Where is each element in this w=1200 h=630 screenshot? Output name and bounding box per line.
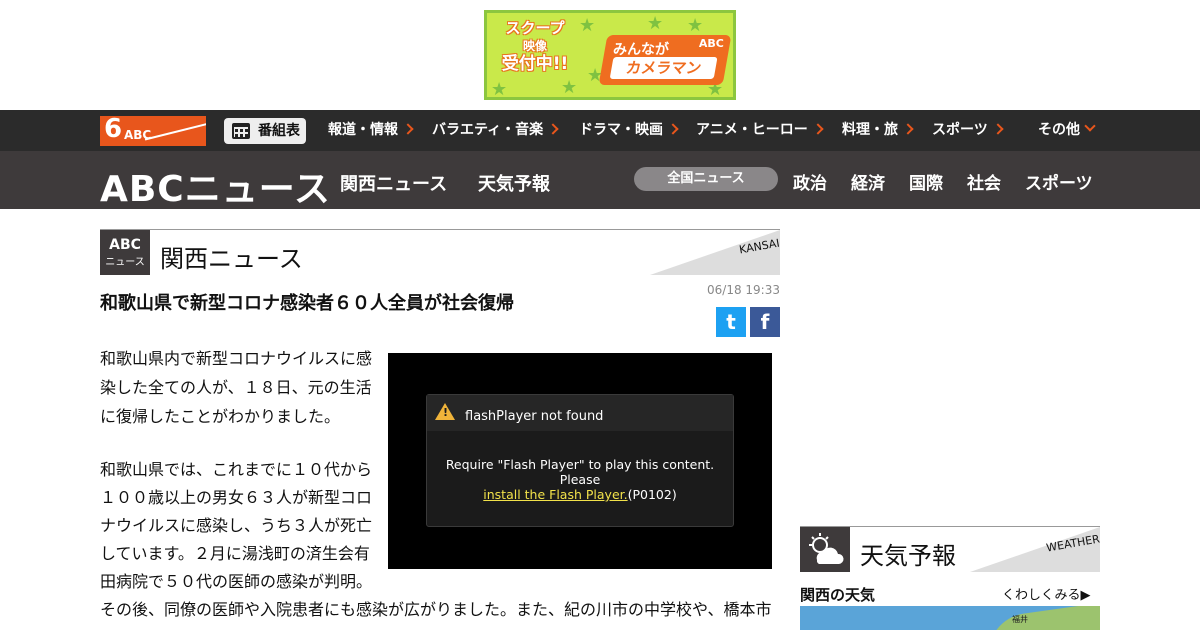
nav-anime-hero[interactable]: アニメ・ヒーロー (696, 110, 824, 151)
star-icon: ★ (561, 77, 578, 98)
chevron-right-icon (902, 123, 914, 135)
tab-society[interactable]: 社会 (967, 169, 1001, 194)
article-headline: 和歌山県で新型コロナ感染者６０人全員が社会復帰 (100, 293, 514, 314)
article-paragraph: その後、同僚の医師や入院患者にも感染が広がりました。また、紀の川市の中学校や、橋… (100, 600, 772, 619)
tv-schedule-button[interactable]: 番組表 (224, 118, 306, 144)
star-icon: ★ (647, 13, 664, 34)
video-player[interactable]: ! flashPlayer not found Require "Flash P… (388, 353, 772, 569)
star-icon: ★ (579, 15, 596, 36)
section-header-kansai: ABC ニュース 関西ニュース KANSAI (100, 229, 780, 275)
warning-icon: ! (435, 403, 455, 420)
star-icon: ★ (687, 15, 704, 36)
tab-national-news[interactable]: 全国ニュース (634, 167, 778, 191)
nav-others[interactable]: その他 (1038, 110, 1096, 151)
chevron-right-icon (402, 123, 414, 135)
calendar-icon (232, 123, 250, 139)
flash-error-title: flashPlayer not found (465, 409, 604, 424)
abc-6ch-logo[interactable]: 6 ABC (100, 116, 206, 146)
nav-kansai-news[interactable]: 関西ニュース (340, 170, 447, 196)
weather-badge (800, 527, 850, 572)
chevron-right-icon (667, 123, 679, 135)
news-header: ABCニュース 関西ニュース 天気予報 全国ニュース 政治 経済 国際 社会 ス… (0, 151, 1200, 212)
abc-news-badge: ABC ニュース (100, 230, 150, 275)
chevron-right-icon (812, 123, 824, 135)
tab-politics[interactable]: 政治 (793, 169, 827, 194)
article-datetime: 06/18 19:33 (707, 283, 780, 297)
partly-cloudy-icon (809, 533, 844, 564)
kansai-weather-title: 関西の天気 (800, 586, 876, 604)
top-navigation: 6 ABC 番組表 報道・情報 バラエティ・音楽 ドラマ・映画 アニメ・ヒーロー… (0, 110, 1200, 151)
chevron-down-icon (1084, 120, 1096, 132)
chevron-right-icon (992, 123, 1004, 135)
ad-scoop-text: スクープ 映像 受付中!! (501, 19, 569, 74)
article-paragraph: 和歌山県では、これまでに１０代から１００歳以上の男女６３人が新型コロナウイルスに… (100, 460, 373, 591)
install-flash-link[interactable]: install the Flash Player. (483, 487, 627, 502)
nav-sports[interactable]: スポーツ (932, 110, 1004, 151)
flash-error-dialog: ! flashPlayer not found Require "Flash P… (426, 394, 734, 527)
nav-cooking-travel[interactable]: 料理・旅 (842, 110, 914, 151)
weather-more-link[interactable]: くわしくみる▶ (1002, 584, 1091, 603)
abc-news-logo[interactable]: ABCニュース (100, 160, 331, 212)
tab-sports[interactable]: スポーツ (1025, 169, 1093, 194)
weather-map[interactable]: 福井 (800, 606, 1100, 630)
nav-variety-music[interactable]: バラエティ・音楽 (432, 110, 559, 151)
tab-economy[interactable]: 経済 (851, 169, 885, 194)
nav-news-info[interactable]: 報道・情報 (328, 110, 414, 151)
section-header-weather: 天気予報 WEATHER (800, 526, 1100, 572)
star-icon: ★ (491, 79, 508, 100)
tab-international[interactable]: 国際 (909, 169, 943, 194)
twitter-icon: t (726, 310, 736, 334)
ad-banner[interactable]: ★ ★ ★ ★ ★ ★ ★ スクープ 映像 受付中!! みんなが ABC カメラ… (484, 10, 736, 100)
section-title: 天気予報 (860, 542, 956, 570)
twitter-share-button[interactable]: t (716, 307, 746, 337)
ad-camera-plate: みんなが ABC カメラマン (598, 35, 732, 85)
flash-error-message: Require "Flash Player" to play this cont… (445, 457, 715, 502)
nav-drama-movie[interactable]: ドラマ・映画 (579, 110, 679, 151)
section-title: 関西ニュース (160, 245, 303, 273)
nav-weather[interactable]: 天気予報 (478, 170, 550, 196)
facebook-share-button[interactable]: f (750, 307, 780, 337)
map-city-label: 福井 (1012, 615, 1028, 624)
article-paragraph: 和歌山県内で新型コロナウイルスに感染した全ての人が、１８日、元の生活に復帰したこ… (100, 349, 373, 426)
chevron-right-icon (547, 123, 559, 135)
facebook-icon: f (760, 310, 770, 334)
